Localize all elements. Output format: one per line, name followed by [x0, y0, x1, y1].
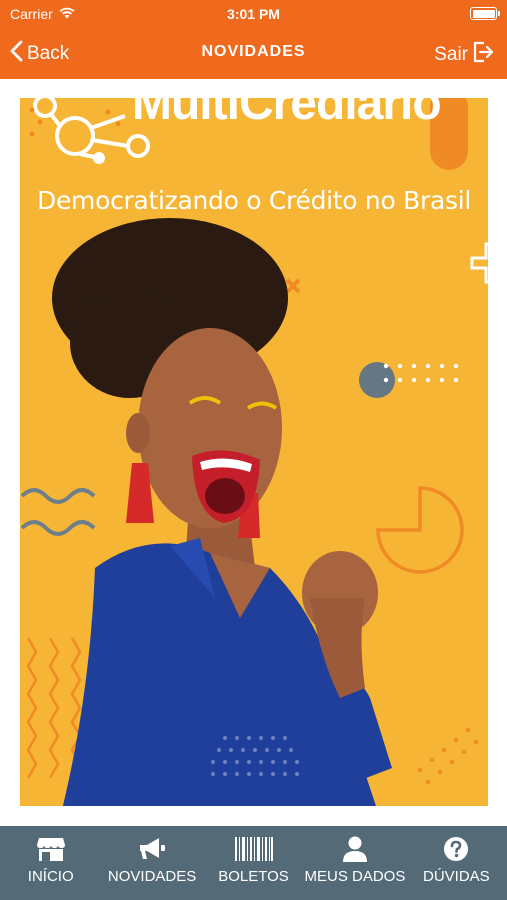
tab-meus-dados[interactable]: MEUS DADOS — [304, 826, 405, 900]
tab-label: DÚVIDAS — [422, 868, 490, 885]
megaphone-icon — [137, 835, 167, 863]
page-title: NOVIDADES — [201, 43, 306, 60]
tab-duvidas[interactable]: DÚVIDAS — [406, 826, 507, 900]
tab-label: NOVIDADES — [107, 868, 197, 885]
tab-label: BOLETOS — [218, 868, 289, 885]
tab-novidades[interactable]: NOVIDADES — [101, 826, 202, 900]
store-icon — [36, 835, 66, 863]
back-label: Back — [27, 43, 70, 64]
tab-bar: INÍCIO NOVIDADES BOLETOS MEUS DADOS DÚVI… — [0, 826, 507, 900]
promo-banner[interactable]: MultiCrediario Democratizando o Crédito … — [20, 98, 488, 806]
logout-label: Sair — [434, 44, 468, 65]
barcode-icon — [234, 835, 273, 863]
question-icon — [443, 835, 469, 863]
header-bar: Carrier 3:01 PM Back NOVIDADES Sair — [0, 0, 507, 79]
back-button[interactable]: Back — [10, 40, 69, 68]
status-bar: Carrier 3:01 PM — [0, 0, 507, 28]
navigation-bar: Back NOVIDADES Sair — [0, 28, 507, 79]
tab-boletos[interactable]: BOLETOS — [203, 826, 304, 900]
banner-tagline: Democratizando o Crédito no Brasil — [37, 186, 471, 215]
clock: 3:01 PM — [227, 6, 280, 22]
logout-button[interactable]: Sair — [434, 40, 495, 70]
brand-logo: MultiCrediario — [132, 98, 442, 130]
battery-icon — [470, 7, 500, 20]
tab-inicio[interactable]: INÍCIO — [0, 826, 101, 900]
logout-icon — [471, 40, 495, 70]
user-icon — [342, 835, 368, 863]
tab-label: MEUS DADOS — [304, 868, 406, 885]
tab-label: INÍCIO — [27, 868, 74, 885]
chevron-left-icon — [10, 40, 23, 68]
content-area: MultiCrediario Democratizando o Crédito … — [0, 79, 507, 826]
